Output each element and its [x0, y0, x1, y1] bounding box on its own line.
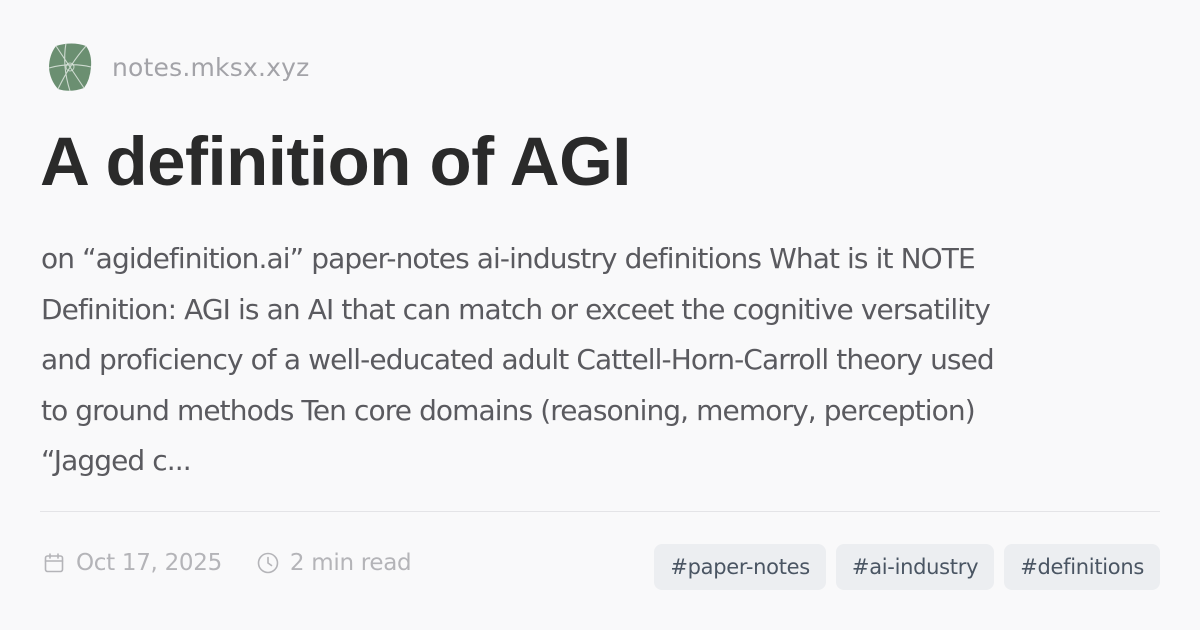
site-name[interactable]: notes.mksx.xyz: [112, 53, 309, 82]
globe-leaf-logo: [48, 42, 92, 92]
tag-ai-industry[interactable]: #ai-industry: [835, 544, 995, 590]
tag-definitions[interactable]: #definitions: [1004, 544, 1160, 590]
clock-icon: [257, 552, 279, 574]
read-time: 2 min read: [256, 550, 412, 576]
read-time-label: 2 min read: [289, 550, 412, 576]
excerpt-line: to ground methods Ten core domains (reas…: [41, 393, 976, 427]
date-label: Oct 17, 2025: [76, 550, 222, 576]
tag-list: #paper-notes #ai-industry #definitions: [654, 544, 1160, 590]
og-card: notes.mksx.xyz A definition of AGI on “a…: [0, 0, 1200, 630]
post-excerpt: on “agidefinition.ai” paper-notes ai-ind…: [41, 234, 1161, 487]
tag-paper-notes[interactable]: #paper-notes: [654, 544, 826, 590]
post-date: Oct 17, 2025: [42, 550, 222, 576]
post-meta: Oct 17, 2025 2 min read: [42, 550, 412, 576]
calendar-icon: [44, 553, 64, 573]
page-title: A definition of AGI: [40, 123, 631, 200]
excerpt-line: Definition: AGI is an AI that can match …: [41, 292, 991, 326]
excerpt-line: and proficiency of a well-educated adult…: [41, 343, 995, 376]
excerpt-line: “Jagged c...: [41, 444, 192, 477]
excerpt-line: on “agidefinition.ai” paper-notes ai-ind…: [41, 242, 976, 275]
divider: [40, 511, 1160, 512]
site-header[interactable]: notes.mksx.xyz: [46, 40, 309, 94]
